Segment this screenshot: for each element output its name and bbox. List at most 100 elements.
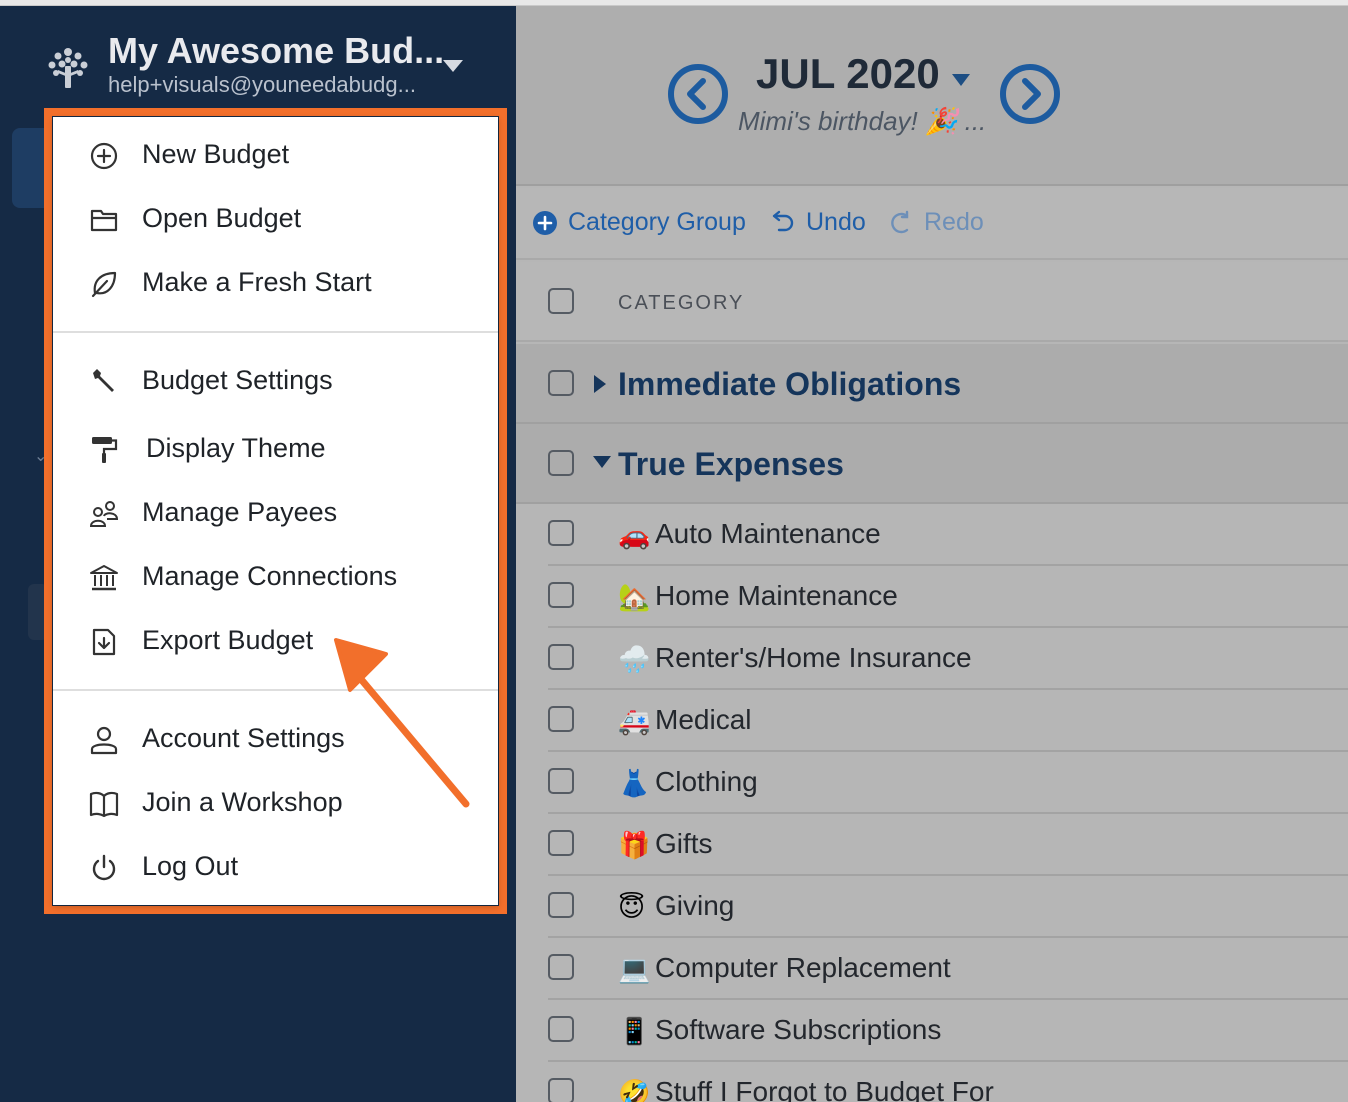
current-month[interactable]: JUL 2020 xyxy=(756,50,940,98)
category-emoji-icon: 🚗 xyxy=(618,520,651,550)
add-category-group-button[interactable]: Category Group xyxy=(532,208,746,237)
category-name[interactable]: Gifts xyxy=(655,828,713,860)
month-header: JUL 2020 Mimi's birthday! 🎉 ... xyxy=(516,6,1348,186)
category-emoji-icon: 😇 xyxy=(618,892,646,922)
budget-email: help+visuals@youneedabudg... xyxy=(108,72,416,97)
select-all-checkbox[interactable] xyxy=(548,288,574,314)
window-top-strip xyxy=(0,0,1348,6)
category-name[interactable]: Computer Replacement xyxy=(655,952,951,984)
category-checkbox[interactable] xyxy=(548,954,574,980)
menu-item-label: Open Budget xyxy=(142,203,302,233)
category-row[interactable]: 👗 Clothing xyxy=(548,752,1348,814)
undo-button[interactable]: Undo xyxy=(770,208,866,237)
menu-item-manage-connections[interactable]: Manage Connections xyxy=(53,549,498,605)
category-column-header: CATEGORY xyxy=(516,262,1348,342)
budget-toolbar: Category Group Undo Redo xyxy=(516,188,1348,260)
bank-icon xyxy=(90,565,118,591)
add-category-group-label: Category Group xyxy=(568,208,746,236)
group-checkbox[interactable] xyxy=(548,370,574,396)
book-icon xyxy=(89,791,119,818)
category-checkbox[interactable] xyxy=(548,706,574,732)
group-checkbox[interactable] xyxy=(548,450,574,476)
power-icon xyxy=(92,854,116,881)
tree-logo-icon xyxy=(48,48,88,88)
undo-label: Undo xyxy=(806,208,866,236)
menu-item-label: Make a Fresh Start xyxy=(142,267,372,297)
menu-item-label: Budget Settings xyxy=(142,365,333,395)
user-icon xyxy=(90,726,118,755)
category-name[interactable]: Medical xyxy=(655,704,751,736)
group-name[interactable]: Immediate Obligations xyxy=(618,366,961,403)
category-column-title: CATEGORY xyxy=(618,292,745,314)
category-name[interactable]: Clothing xyxy=(655,766,758,798)
category-row[interactable]: 🚗 Auto Maintenance xyxy=(548,504,1348,566)
month-picker-caret-icon[interactable] xyxy=(952,74,970,86)
category-name[interactable]: Auto Maintenance xyxy=(655,518,881,550)
menu-item-label: Display Theme xyxy=(146,433,326,463)
menu-item-display-theme[interactable]: Display Theme xyxy=(53,421,498,477)
undo-icon xyxy=(772,210,794,231)
category-row[interactable]: 🎁 Gifts xyxy=(548,814,1348,876)
menu-divider xyxy=(53,331,498,333)
category-row[interactable]: 💻 Computer Replacement xyxy=(548,938,1348,1000)
menu-item-fresh-start[interactable]: Make a Fresh Start xyxy=(53,255,498,311)
menu-item-new-budget[interactable]: New Budget xyxy=(53,127,498,183)
menu-item-label: Join a Workshop xyxy=(142,787,343,817)
menu-item-label: New Budget xyxy=(142,139,290,169)
budget-menu-caret-icon[interactable] xyxy=(443,60,463,72)
expand-triangle-icon[interactable] xyxy=(592,374,608,394)
category-group-row[interactable]: True Expenses xyxy=(516,424,1348,504)
category-checkbox[interactable] xyxy=(548,1078,574,1102)
category-name[interactable]: Home Maintenance xyxy=(655,580,898,612)
category-emoji-icon: 🎁 xyxy=(618,830,651,860)
budget-name[interactable]: My Awesome Bud... xyxy=(108,30,444,72)
folder-icon xyxy=(90,209,118,232)
category-checkbox[interactable] xyxy=(548,1016,574,1042)
budget-main: JUL 2020 Mimi's birthday! 🎉 ... Category… xyxy=(516,0,1348,1102)
category-row[interactable]: 😇 Giving xyxy=(548,876,1348,938)
month-note[interactable]: Mimi's birthday! 🎉 ... xyxy=(738,106,986,137)
paint-roller-icon xyxy=(92,437,118,463)
category-checkbox[interactable] xyxy=(548,768,574,794)
next-month-icon[interactable] xyxy=(998,62,1062,126)
menu-item-open-budget[interactable]: Open Budget xyxy=(53,191,498,247)
category-checkbox[interactable] xyxy=(548,582,574,608)
group-name[interactable]: True Expenses xyxy=(618,446,844,483)
export-icon xyxy=(92,628,116,656)
redo-icon xyxy=(891,210,909,233)
annotation-arrow-icon xyxy=(334,638,470,808)
category-emoji-icon: 🏡 xyxy=(618,582,651,612)
category-emoji-icon: 💻 xyxy=(618,954,651,984)
category-emoji-icon: 🤣 xyxy=(618,1078,651,1102)
category-row[interactable]: 📱 Software Subscriptions xyxy=(548,1000,1348,1062)
previous-month-icon[interactable] xyxy=(666,62,730,126)
category-row[interactable]: 🚑 Medical xyxy=(548,690,1348,752)
collapse-triangle-icon[interactable] xyxy=(592,454,612,470)
leaf-icon xyxy=(91,271,117,298)
menu-item-label: Log Out xyxy=(142,851,239,881)
category-checkbox[interactable] xyxy=(548,830,574,856)
plus-circle-icon xyxy=(90,142,118,170)
wrench-icon xyxy=(93,369,114,392)
menu-item-label: Manage Payees xyxy=(142,497,338,527)
category-name[interactable]: Renter's/Home Insurance xyxy=(655,642,972,674)
menu-item-budget-settings[interactable]: Budget Settings xyxy=(53,353,498,409)
category-emoji-icon: 🌧️ xyxy=(618,644,651,674)
category-row[interactable]: 🌧️ Renter's/Home Insurance xyxy=(548,628,1348,690)
category-name[interactable]: Software Subscriptions xyxy=(655,1014,941,1046)
category-row[interactable]: 🏡 Home Maintenance xyxy=(548,566,1348,628)
category-checkbox[interactable] xyxy=(548,520,574,546)
category-name[interactable]: Giving xyxy=(655,890,734,922)
menu-item-label: Export Budget xyxy=(142,625,314,655)
category-checkbox[interactable] xyxy=(548,644,574,670)
category-row[interactable]: 🤣 Stuff I Forgot to Budget For xyxy=(548,1062,1348,1102)
category-checkbox[interactable] xyxy=(548,892,574,918)
category-emoji-icon: 🚑 xyxy=(618,706,651,736)
redo-button[interactable]: Redo xyxy=(888,208,984,237)
menu-item-label: Account Settings xyxy=(142,723,345,753)
category-emoji-icon: 👗 xyxy=(618,768,651,798)
category-name[interactable]: Stuff I Forgot to Budget For xyxy=(655,1076,994,1102)
category-group-row[interactable]: Immediate Obligations xyxy=(516,344,1348,424)
menu-item-manage-payees[interactable]: Manage Payees xyxy=(53,485,498,541)
menu-item-log-out[interactable]: Log Out xyxy=(53,839,498,895)
